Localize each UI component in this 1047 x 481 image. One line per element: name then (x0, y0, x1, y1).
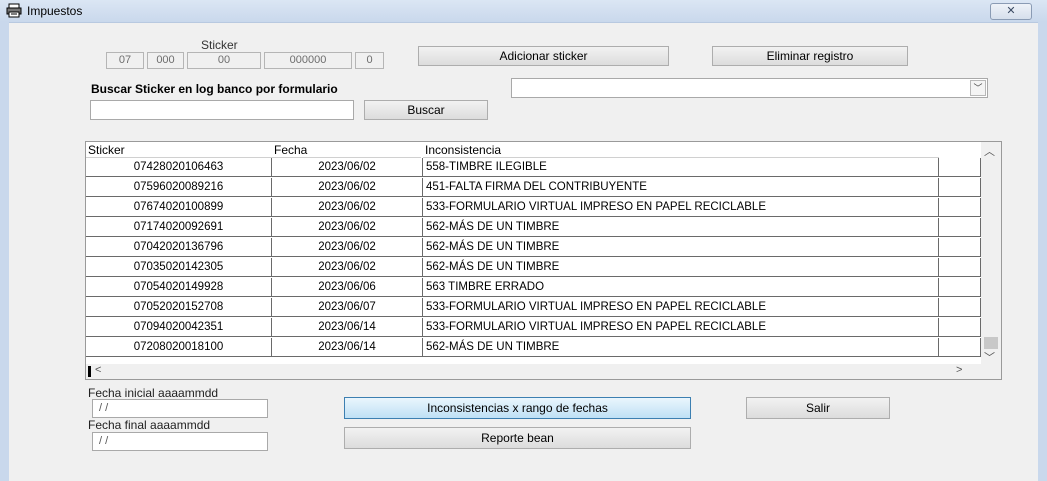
cell-fecha[interactable]: 2023/06/02 (272, 198, 423, 217)
sticker-segment-1[interactable]: 07 (106, 52, 144, 69)
table-row[interactable]: 07054020149928 2023/06/06 563 TIMBRE ERRAD… (86, 278, 981, 298)
window-frame-left (0, 22, 9, 481)
cell-sticker[interactable]: 07674020100899 (86, 198, 272, 217)
start-date-label: Fecha inicial aaaammdd (88, 386, 219, 400)
cell-sticker[interactable]: 07428020106463 (86, 158, 272, 177)
cell-inconsistencia[interactable]: 558-TIMBRE ILEGIBLE (423, 158, 939, 177)
cell-sticker[interactable]: 07208020018100 (86, 338, 272, 357)
table-row[interactable]: 07042020136796 2023/06/02 562-MÁS DE UN TI… (86, 238, 981, 258)
cell-inconsistencia[interactable]: 562-MÁS DE UN TIMBRE (423, 338, 939, 357)
sticker-segment-5[interactable]: 0 (355, 52, 384, 69)
table-row[interactable]: 07052020152708 2023/06/07 533-FORMULARIO V… (86, 298, 981, 318)
cell-inconsistencia[interactable]: 562-MÁS DE UN TIMBRE (423, 258, 939, 277)
sticker-segment-2[interactable]: 000 (147, 52, 184, 69)
cell-inconsistencia[interactable]: 533-FORMULARIO VIRTUAL IMPRESO EN PAPEL … (423, 298, 939, 317)
end-date-label: Fecha final aaaammdd (88, 418, 211, 432)
table-header: Sticker Fecha Inconsistencia (86, 142, 981, 158)
cell-fecha[interactable]: 2023/06/14 (272, 338, 423, 357)
add-sticker-button[interactable]: Adicionar sticker (418, 46, 669, 66)
dropdown-arrow-icon[interactable]: ﹀ (970, 80, 986, 96)
cell-fecha[interactable]: 2023/06/02 (272, 178, 423, 197)
cell-fecha[interactable]: 2023/06/07 (272, 298, 423, 317)
cell-fecha[interactable]: 2023/06/02 (272, 158, 423, 177)
close-icon[interactable]: ✕ (990, 3, 1032, 20)
cell-sticker[interactable]: 07035020142305 (86, 258, 272, 277)
window-title: Impuestos (27, 4, 83, 18)
cell-extra[interactable] (939, 158, 981, 177)
column-header-inconsistencia[interactable]: Inconsistencia (423, 142, 939, 158)
table-row[interactable]: 07094020042351 2023/06/14 533-FORMULARIO V… (86, 318, 981, 338)
bean-report-button[interactable]: Reporte bean (344, 427, 691, 449)
vertical-scrollbar[interactable]: ︿ ﹀ (981, 142, 1001, 364)
cell-fecha[interactable]: 2023/06/14 (272, 318, 423, 337)
cell-sticker[interactable]: 07174020092691 (86, 218, 272, 237)
printer-app-icon (6, 3, 22, 18)
cell-extra[interactable] (939, 298, 981, 317)
cell-inconsistencia[interactable]: 533-FORMULARIO VIRTUAL IMPRESO EN PAPEL … (423, 318, 939, 337)
cell-extra[interactable] (939, 238, 981, 257)
cell-fecha[interactable]: 2023/06/06 (272, 278, 423, 297)
start-date-field[interactable]: / / (92, 399, 268, 418)
cell-fecha[interactable]: 2023/06/02 (272, 258, 423, 277)
form-select[interactable]: ﹀ (511, 78, 988, 98)
sticker-label: Sticker (201, 38, 238, 52)
sticker-segment-4[interactable]: 000000 (264, 52, 352, 69)
cell-extra[interactable] (939, 218, 981, 237)
cell-extra[interactable] (939, 318, 981, 337)
scroll-down-icon[interactable]: ﹀ (984, 349, 995, 365)
scroll-left-icon[interactable]: < (95, 364, 101, 376)
cell-inconsistencia[interactable]: 562-MÁS DE UN TIMBRE (423, 238, 939, 257)
cell-inconsistencia[interactable]: 533-FORMULARIO VIRTUAL IMPRESO EN PAPEL … (423, 198, 939, 217)
cell-extra[interactable] (939, 278, 981, 297)
end-date-field[interactable]: / / (92, 432, 268, 451)
cell-sticker[interactable]: 07052020152708 (86, 298, 272, 317)
cell-extra[interactable] (939, 178, 981, 197)
delete-record-button[interactable]: Eliminar registro (712, 46, 908, 66)
cell-sticker[interactable]: 07596020089216 (86, 178, 272, 197)
column-header-fecha[interactable]: Fecha (272, 142, 421, 158)
window-frame-right (1038, 22, 1047, 481)
horizontal-scrollbar[interactable]: < > (86, 364, 1001, 379)
scroll-up-icon[interactable]: ︿ (984, 143, 995, 159)
horizontal-scroll-thumb[interactable] (88, 366, 91, 377)
exit-button[interactable]: Salir (746, 397, 890, 419)
vertical-scroll-thumb[interactable] (984, 337, 998, 349)
cell-extra[interactable] (939, 338, 981, 357)
table-row[interactable]: 07674020100899 2023/06/02 533-FORMULARIO V… (86, 198, 981, 218)
search-button[interactable]: Buscar (364, 100, 488, 120)
table-row[interactable]: 07428020106463 2023/06/02 558-TIMBRE ILEGI… (86, 158, 981, 178)
table-row[interactable]: 07596020089216 2023/06/02 451-FALTA FIRMA … (86, 178, 981, 198)
cell-inconsistencia[interactable]: 451-FALTA FIRMA DEL CONTRIBUYENTE (423, 178, 939, 197)
cell-sticker[interactable]: 07042020136796 (86, 238, 272, 257)
search-label: Buscar Sticker en log banco por formular… (91, 82, 338, 96)
column-header-sticker[interactable]: Sticker (86, 142, 272, 158)
cell-extra[interactable] (939, 198, 981, 217)
table-row[interactable]: 07035020142305 2023/06/02 562-MÁS DE UN TI… (86, 258, 981, 278)
title-bar: Impuestos ✕ (0, 0, 1047, 23)
search-input[interactable] (90, 100, 354, 120)
cell-inconsistencia[interactable]: 563 TIMBRE ERRADO (423, 278, 939, 297)
table-row[interactable]: 07174020092691 2023/06/02 562-MÁS DE UN TI… (86, 218, 981, 238)
table-row[interactable]: 07208020018100 2023/06/14 562-MÁS DE UN TI… (86, 338, 981, 358)
cell-inconsistencia[interactable]: 562-MÁS DE UN TIMBRE (423, 218, 939, 237)
sticker-segment-3[interactable]: 00 (187, 52, 261, 69)
cell-sticker[interactable]: 07054020149928 (86, 278, 272, 297)
cell-extra[interactable] (939, 258, 981, 277)
scroll-right-icon[interactable]: > (956, 364, 962, 376)
cell-sticker[interactable]: 07094020042351 (86, 318, 272, 337)
inconsistencies-table[interactable]: Sticker Fecha Inconsistencia 07428020106… (85, 141, 1002, 380)
range-report-button[interactable]: Inconsistencias x rango de fechas (344, 397, 691, 419)
cell-fecha[interactable]: 2023/06/02 (272, 238, 423, 257)
cell-fecha[interactable]: 2023/06/02 (272, 218, 423, 237)
